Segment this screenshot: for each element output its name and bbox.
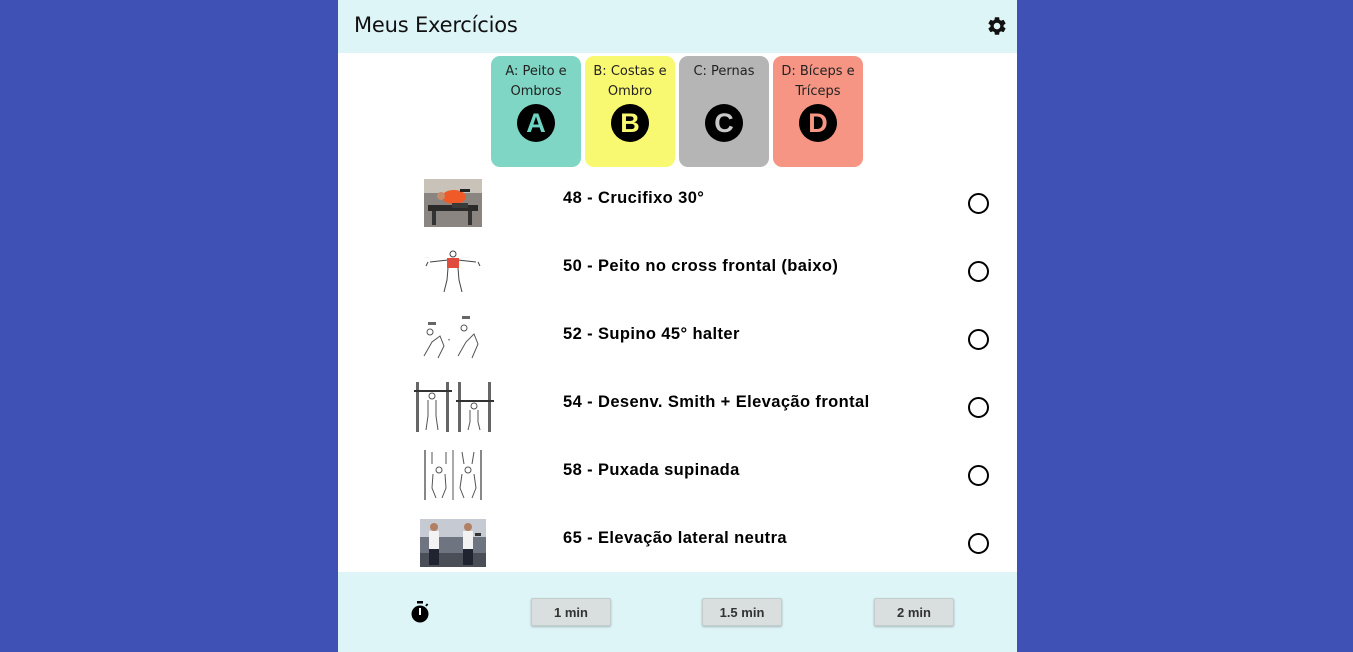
exercise-image — [412, 382, 494, 432]
exercise-done-radio[interactable] — [968, 261, 989, 282]
exercise-name: 48 - Crucifixo 30° — [563, 189, 705, 207]
tab-label: D: Bíceps e Tríceps — [781, 64, 855, 99]
timer-bar: 1 min 1.5 min 2 min — [338, 572, 1017, 652]
exercise-row: 65 - Elevação lateral neutra — [338, 510, 1017, 578]
tab-workout-d[interactable]: D: Bíceps e Tríceps D — [773, 56, 863, 167]
tab-letter-badge: D — [799, 104, 837, 142]
exercise-name: 54 - Desenv. Smith + Elevação frontal — [563, 393, 870, 411]
exercise-name: 65 - Elevação lateral neutra — [563, 529, 787, 547]
exercise-done-radio[interactable] — [968, 397, 989, 418]
exercise-image: ····· ········ — [420, 246, 486, 296]
exercise-image — [420, 519, 486, 567]
exercise-done-radio[interactable] — [968, 329, 989, 350]
timer-1-5min-button[interactable]: 1.5 min — [702, 598, 782, 626]
app-container: Meus Exercícios A: Peito e Ombros A B: C… — [338, 0, 1017, 652]
exercise-done-radio[interactable] — [968, 193, 989, 214]
exercise-image — [422, 450, 484, 500]
svg-text:•: • — [448, 338, 450, 344]
exercise-image: • — [418, 312, 488, 364]
tab-letter-badge: A — [517, 104, 555, 142]
exercise-row: • 52 - Supino 45° halter — [338, 306, 1017, 374]
tab-letter-badge: B — [611, 104, 649, 142]
exercise-row: ····· ········ 50 - Peito no cross front… — [338, 238, 1017, 306]
gear-icon[interactable] — [986, 15, 1008, 37]
header: Meus Exercícios — [338, 0, 1017, 53]
timer-2min-button[interactable]: 2 min — [874, 598, 954, 626]
tab-label: C: Pernas — [693, 64, 755, 79]
tab-letter-badge: C — [705, 104, 743, 142]
exercise-done-radio[interactable] — [968, 533, 989, 554]
exercise-name: 50 - Peito no cross frontal (baixo) — [563, 257, 839, 275]
svg-text:·····: ····· — [424, 255, 429, 259]
tab-label: B: Costas e Ombro — [593, 64, 667, 99]
exercise-done-radio[interactable] — [968, 465, 989, 486]
tab-label: A: Peito e Ombros — [505, 64, 567, 99]
exercise-row: 58 - Puxada supinada — [338, 442, 1017, 510]
tab-workout-b[interactable]: B: Costas e Ombro B — [585, 56, 675, 167]
tab-workout-a[interactable]: A: Peito e Ombros A — [491, 56, 581, 167]
svg-text:········: ········ — [462, 255, 470, 259]
exercise-name: 58 - Puxada supinada — [563, 461, 740, 479]
page-title: Meus Exercícios — [354, 13, 518, 37]
exercise-row: 54 - Desenv. Smith + Elevação frontal — [338, 374, 1017, 442]
exercise-image — [424, 179, 482, 227]
stopwatch-icon — [411, 601, 429, 623]
exercise-row: 48 - Crucifixo 30° — [338, 170, 1017, 238]
timer-1min-button[interactable]: 1 min — [531, 598, 611, 626]
exercise-name: 52 - Supino 45° halter — [563, 325, 740, 343]
tab-workout-c[interactable]: C: Pernas C — [679, 56, 769, 167]
